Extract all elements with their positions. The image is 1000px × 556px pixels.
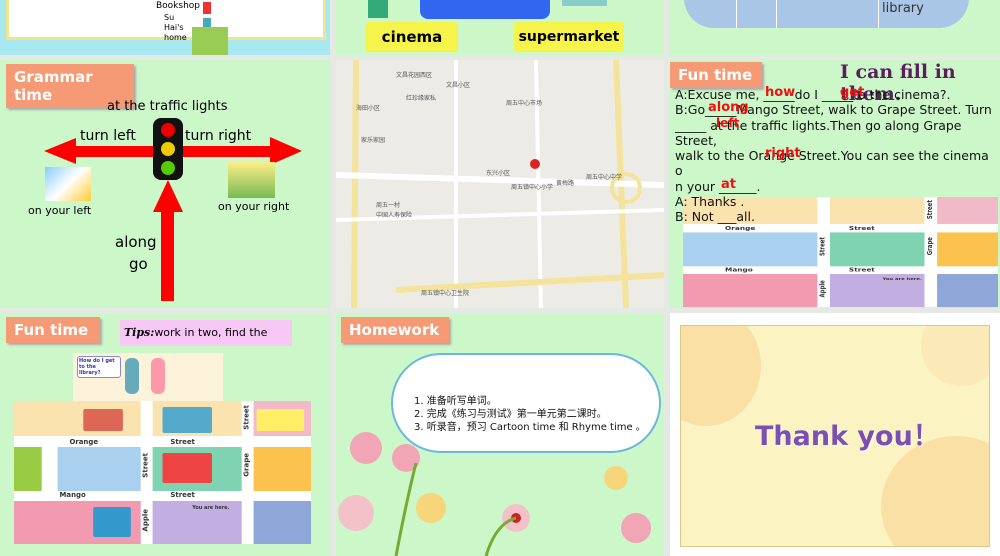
map-street-label: You are here. [882,277,922,282]
slide-thumbnail-2[interactable]: cinema supermarket [336,0,664,55]
slide-fun-time-tips[interactable]: Fun time Tips:work in two, find the way.… [0,313,330,556]
map-street-label: Grape [242,453,251,477]
map-street-label: Street [818,237,827,257]
zoo-image [228,162,275,198]
slide-map[interactable]: 文昌花园西区 文昌小区 红珍缘家私 周五中心市场 海田小区 家乐家园 东兴小区 … [336,60,664,308]
map-street-label: Street [170,491,195,499]
map-street-label: Street [141,453,150,478]
slide-fun-time-fill[interactable]: Fun time I can fill in them. Orange Stre… [670,60,1000,308]
map-street-label: Apple [141,509,150,532]
dialogue-line: A: Thanks . [675,194,745,210]
map-label: 东兴小区 [486,170,511,177]
tips-label: Tips: [124,326,155,339]
map-label: 海田小区 [356,105,381,112]
on-your-right-label: on your right [218,200,290,213]
map-street-label: Orange [69,438,99,446]
road-map [336,60,664,308]
map-street-label: Street [170,438,195,446]
map-label: 周五镇中心小学 [511,184,554,191]
map-label: 红珍缘家私 [406,95,437,102]
map-street-label: Mango [59,491,86,499]
girl-image [192,27,228,55]
answer-left: left [716,116,740,130]
answer-right: right [765,146,801,161]
map-street-label: Grape [925,237,934,256]
bookshop-label: Bookshop [156,1,201,11]
map-street-label: Street [848,225,875,232]
on-your-left-label: on your left [28,204,92,217]
fun-time-tag: Fun time [6,317,100,343]
cinema-label: cinema [366,22,458,52]
map-label: 周五一村 [376,202,401,209]
supermarket-label: supermarket [514,22,624,52]
fun-time-tag: Fun time [670,62,762,88]
map-street-label: Apple [818,280,827,298]
dialogue-line: B: Not ___all. [675,209,755,225]
along-label: along [115,233,157,251]
map-label: 文昌小区 [446,82,471,89]
answer-along: along [708,100,749,115]
flowers-graphic [338,432,651,556]
library-label: library [882,1,924,16]
street-map: Orange Street Mango Street Street Grape … [14,401,311,544]
children-image [125,358,139,394]
dialogue-line: walk to the Orange Street.You can see th… [675,148,989,179]
slide-thank-you[interactable]: Thank you！ [670,313,1000,556]
map-label: 中国人寿保险 [376,212,413,219]
slide-grammar-time[interactable]: Grammar time at the traffic lights turn … [0,60,330,308]
map-street-label: Street [242,405,251,430]
map-label: 文昌花园西区 [396,72,433,79]
map-label: 周五镇中心卫生院 [421,290,470,297]
map-label: 周五中心市场 [506,100,543,107]
map-street-label: Mango [725,267,753,274]
map-street-label: Orange [725,225,756,232]
map-street-label: You are here. [192,505,230,511]
map-label: 黄梅路 [556,180,575,187]
map-label: 家乐家园 [361,137,386,144]
speech-bubble: How do I get to the library? [77,356,121,378]
thank-you-text: Thank you！ [755,421,940,452]
answer-how: how [765,85,796,100]
go-label: go [129,255,148,273]
slide-thumbnail-3[interactable]: library [670,0,1000,55]
answer-get: get [840,85,865,100]
tips-box: Tips:work in two, find the way. [120,320,292,365]
map-label: 周五中心中学 [586,174,623,181]
answer-at: at [721,177,736,192]
sports-shop-image [45,167,91,201]
children-image [151,358,165,394]
slide-homework[interactable]: Homework 1. 准备听写单词。 2. 完成《练习与测试》第一单元第二课时… [336,313,664,556]
map-street-label: Street [848,267,875,274]
slide-thumbnail-1[interactable]: Bookshop Su Hai's home [0,0,330,55]
